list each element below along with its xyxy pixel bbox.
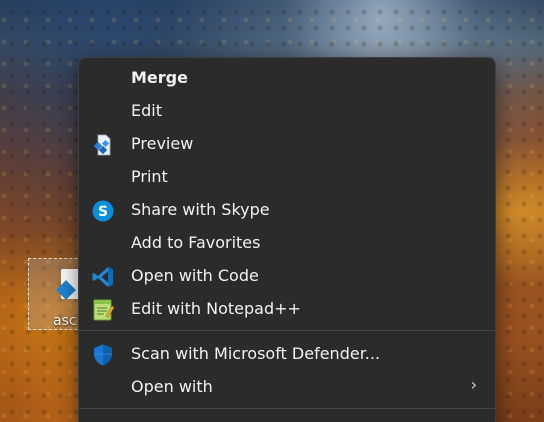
desktop-file-label: asc <box>53 313 77 329</box>
menu-separator <box>79 330 495 331</box>
menu-item-add-to-favorites[interactable]: Add to Favorites <box>83 227 491 259</box>
menu-item-label: Edit <box>131 101 162 120</box>
menu-item-edit[interactable]: Edit <box>83 95 491 127</box>
svg-text:S: S <box>98 204 108 220</box>
menu-item-label: Edit with Notepad++ <box>131 299 301 318</box>
menu-item-label: Print <box>131 167 168 186</box>
menu-item-label: Add to Favorites <box>131 233 261 252</box>
notepadplusplus-icon <box>91 298 115 322</box>
menu-item-preview[interactable]: Preview <box>83 128 491 160</box>
vscode-icon <box>91 265 115 289</box>
menu-item-open-with[interactable]: Open with › <box>83 371 491 403</box>
menu-separator <box>79 408 495 409</box>
desktop: asc Merge Edit Preview Print S Share wit… <box>0 0 544 422</box>
menu-item-share-with-skype[interactable]: S Share with Skype <box>83 194 491 226</box>
defender-shield-icon <box>91 343 115 367</box>
menu-item-scan-with-microsoft-defender[interactable]: Scan with Microsoft Defender... <box>83 338 491 370</box>
menu-item-merge[interactable]: Merge <box>83 62 491 94</box>
menu-item-label: Share with Skype <box>131 200 270 219</box>
menu-item-label: Merge <box>131 68 188 87</box>
menu-item-label: Scan with Microsoft Defender... <box>131 344 381 363</box>
skype-icon: S <box>91 199 115 223</box>
preview-icon <box>91 133 115 157</box>
menu-item-print[interactable]: Print <box>83 161 491 193</box>
menu-item-label: Open with Code <box>131 266 259 285</box>
chevron-right-icon: › <box>470 375 477 394</box>
menu-item-open-with-code[interactable]: Open with Code <box>83 260 491 292</box>
context-menu: Merge Edit Preview Print S Share with Sk… <box>78 57 496 422</box>
menu-item-label: Preview <box>131 134 194 153</box>
menu-item-edit-with-notepadplusplus[interactable]: Edit with Notepad++ <box>83 293 491 325</box>
menu-item-label: Open with <box>131 377 213 396</box>
